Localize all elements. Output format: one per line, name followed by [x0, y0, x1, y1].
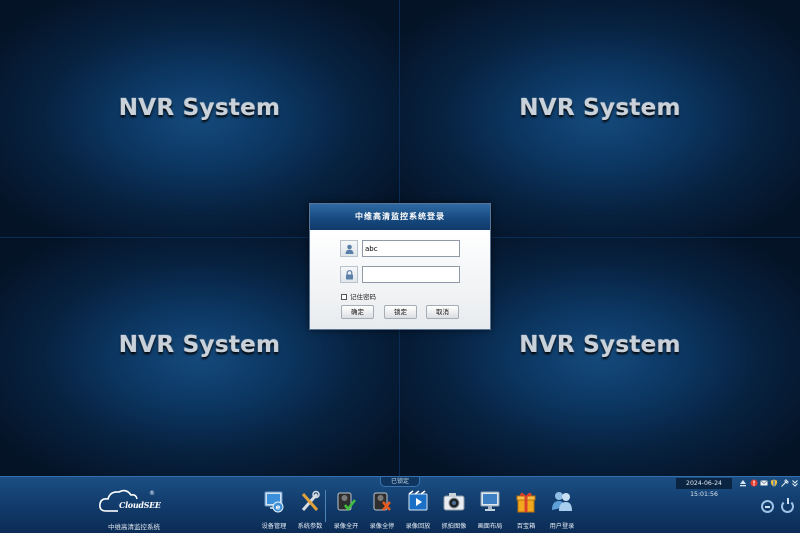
shield-icon[interactable] [770, 479, 778, 487]
gift-box-icon [516, 492, 536, 513]
remember-password-checkbox[interactable] [341, 294, 347, 300]
video-tile-1[interactable]: NVR System [0, 0, 399, 237]
screen-layout-button[interactable]: 画面布局 [474, 488, 506, 533]
cancel-button[interactable]: 取消 [426, 305, 459, 319]
toolbox-button[interactable]: 百宝箱 [510, 488, 542, 533]
record-start-all-icon [337, 492, 356, 512]
user-login-button[interactable]: 用户登录 [546, 488, 578, 533]
device-manager-button[interactable]: e 设备管理 [258, 488, 290, 533]
lock-status-tab[interactable]: 已锁定 [380, 477, 420, 487]
record-stop-all-button[interactable]: 录像全停 [366, 488, 398, 533]
svg-text:e: e [276, 504, 281, 512]
record-start-all-button[interactable]: 录像全开 [330, 488, 362, 533]
snapshot-button[interactable]: 抓拍图像 [438, 488, 470, 533]
remember-password-row[interactable]: 记住密码 [341, 292, 376, 302]
tile-label: NVR System [118, 95, 281, 121]
users-login-icon [552, 492, 572, 511]
playback-icon [408, 490, 428, 511]
pin-icon[interactable] [781, 479, 789, 487]
tile-label: NVR System [118, 332, 281, 358]
video-tile-2[interactable]: NVR System [400, 0, 800, 237]
user-login-label: 用户登录 [549, 523, 575, 530]
user-icon [340, 240, 358, 257]
tile-label: NVR System [519, 95, 681, 121]
login-dialog: 中维高清监控系统登录 记住密码 确定 锁定 取消 [309, 203, 491, 330]
lock-icon [340, 266, 358, 283]
mail-icon[interactable] [760, 479, 768, 487]
chevron-down-icon[interactable] [791, 479, 799, 487]
eject-icon[interactable] [739, 479, 747, 487]
record-stop-all-icon [373, 492, 391, 511]
camera-snapshot-icon [443, 493, 465, 511]
ok-button[interactable]: 确定 [341, 305, 374, 319]
username-input[interactable] [362, 240, 460, 257]
device-manager-icon: e [264, 491, 284, 513]
system-params-button[interactable]: 系统参数 [294, 488, 326, 533]
alarm-icon[interactable] [750, 479, 758, 487]
login-dialog-body: 记住密码 确定 锁定 取消 [310, 230, 490, 329]
datetime-display: 2024-06-24 15:01:56 [676, 478, 732, 498]
app-caption: 中维高清监控系统 [108, 523, 160, 531]
registered-mark: ® [149, 490, 155, 497]
logo-text: CloudSEE [119, 500, 161, 510]
tools-icon [301, 490, 320, 511]
remember-password-label: 记住密码 [350, 293, 376, 301]
lock-button[interactable]: 锁定 [384, 305, 417, 319]
login-dialog-title: 中维高清监控系统登录 [310, 204, 490, 230]
power-button[interactable] [781, 498, 794, 513]
password-input[interactable] [362, 266, 460, 283]
minimize-button[interactable] [761, 500, 774, 513]
playback-button[interactable]: 录像回放 [402, 488, 434, 533]
monitor-layout-icon [480, 491, 500, 511]
tile-label: NVR System [519, 332, 681, 358]
